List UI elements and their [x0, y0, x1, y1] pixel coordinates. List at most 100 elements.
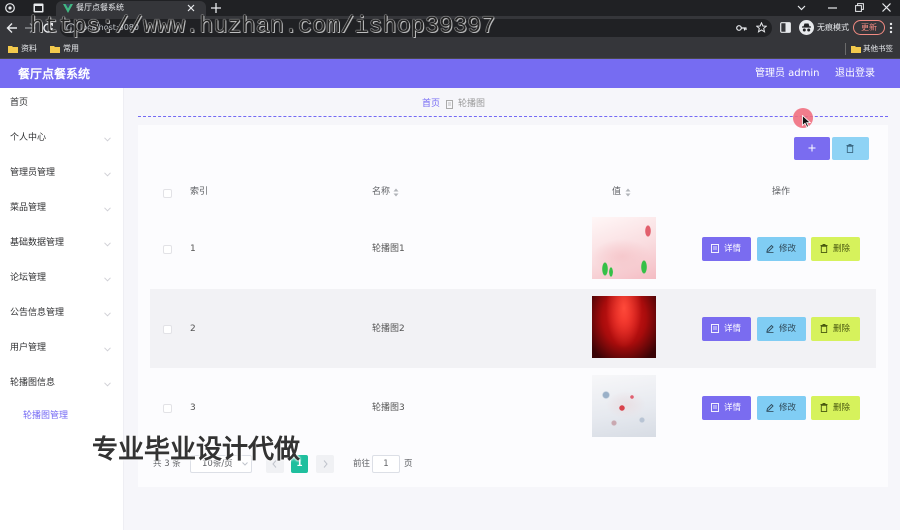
bookmark-folder-1[interactable]: 资料 [21, 45, 37, 53]
update-button[interactable]: 更新 [853, 20, 885, 35]
edit-icon [766, 244, 774, 253]
goto-page-suffix: 页 [404, 459, 413, 469]
row-name: 轮播图2 [372, 324, 405, 334]
goto-label: 前往 [353, 459, 371, 469]
side-panel-icon[interactable] [780, 22, 791, 33]
sidebar-item-forum[interactable]: 论坛管理 [0, 269, 123, 289]
sidebar-item-dishes[interactable]: 菜品管理 [0, 199, 123, 219]
detail-button[interactable]: 详情 [702, 317, 751, 341]
goto-page-input[interactable]: 1 [372, 455, 400, 473]
sidebar-item-home[interactable]: 首页 [0, 94, 123, 114]
add-button[interactable] [794, 137, 830, 160]
detail-label: 详情 [724, 244, 742, 254]
breadcrumb-home[interactable]: 首页 [422, 100, 440, 109]
chevron-down-icon [104, 312, 111, 317]
detail-label: 详情 [724, 403, 742, 413]
column-header-value[interactable]: 值 [612, 188, 621, 197]
edit-icon [766, 324, 774, 333]
sidebar-subitem-carousel-manage[interactable]: 轮播图管理 [0, 407, 123, 427]
table-row: 1 轮播图1 详情 修改 删除 [150, 212, 876, 287]
document-icon [711, 403, 719, 412]
delete-label: 删除 [833, 403, 851, 413]
batch-delete-button[interactable] [832, 137, 869, 160]
bookmarks-bar: 资料 常用 其他书签 [0, 40, 900, 59]
sidebar-item-carousel[interactable]: 轮播图信息 [0, 374, 123, 394]
sidebar-item-label: 菜品管理 [10, 203, 47, 213]
kebab-menu-icon[interactable] [889, 22, 893, 34]
app-header: 餐厅点餐系统 管理员 admin 退出登录 [0, 59, 900, 88]
goto-page-value: 1 [383, 459, 389, 469]
delete-button[interactable]: 删除 [811, 317, 860, 341]
folder-icon [50, 45, 60, 53]
document-icon [446, 100, 453, 109]
sidebar-item-label: 个人中心 [10, 133, 47, 143]
sidebar-item-label: 管理员管理 [10, 168, 56, 178]
incognito-icon[interactable] [799, 20, 814, 35]
url-watermark: https://www.huzhan.com/ishop39397 [30, 13, 496, 40]
edit-button[interactable]: 修改 [757, 396, 806, 420]
breadcrumb-current: 轮播图 [458, 99, 486, 109]
window-close-icon[interactable] [882, 3, 891, 12]
row-name: 轮播图3 [372, 403, 405, 413]
sidebar-item-label: 基础数据管理 [10, 238, 65, 248]
delete-label: 删除 [833, 244, 851, 254]
document-icon [711, 324, 719, 333]
edit-button[interactable]: 修改 [757, 317, 806, 341]
banner-image[interactable] [592, 296, 656, 358]
banner-image[interactable] [592, 217, 656, 279]
sort-icon[interactable] [393, 188, 399, 197]
detail-button[interactable]: 详情 [702, 396, 751, 420]
delete-button[interactable]: 删除 [811, 237, 860, 261]
sort-icon[interactable] [625, 188, 631, 197]
edit-button[interactable]: 修改 [757, 237, 806, 261]
delete-button[interactable]: 删除 [811, 396, 860, 420]
star-icon[interactable] [756, 22, 767, 33]
sidebar-item-notices[interactable]: 公告信息管理 [0, 304, 123, 324]
window-restore-icon[interactable] [855, 3, 864, 12]
new-tab-icon[interactable] [211, 3, 221, 13]
logout-link[interactable]: 退出登录 [835, 69, 875, 79]
edit-label: 修改 [779, 403, 797, 413]
document-icon [711, 244, 719, 253]
sidebar-item-base-data[interactable]: 基础数据管理 [0, 234, 123, 254]
chevron-down-icon [104, 347, 111, 352]
tab-group-icon[interactable] [33, 3, 44, 13]
bookmark-folder-2[interactable]: 常用 [63, 45, 79, 53]
app-title: 餐厅点餐系统 [18, 67, 91, 81]
tab-close-icon[interactable] [187, 4, 195, 12]
row-checkbox[interactable] [163, 245, 172, 254]
next-page-button[interactable] [316, 455, 334, 473]
chrome-icon[interactable] [5, 3, 15, 13]
chevron-down-icon [104, 242, 111, 247]
back-arrow-icon[interactable] [6, 22, 18, 34]
banner-image[interactable] [592, 375, 656, 437]
tab-title: 餐厅点餐系统 [76, 3, 124, 12]
key-icon[interactable] [736, 23, 747, 33]
tab-search-chevron-down-icon[interactable] [797, 5, 806, 11]
table-row: 2 轮播图2 详情 修改 删除 [150, 289, 876, 368]
chevron-down-icon [104, 137, 111, 142]
detail-label: 详情 [724, 324, 742, 334]
column-header-name[interactable]: 名称 [372, 188, 390, 197]
row-checkbox[interactable] [163, 325, 172, 334]
breadcrumb-divider [138, 116, 888, 117]
sidebar-item-profile[interactable]: 个人中心 [0, 129, 123, 149]
table-header [150, 180, 876, 205]
row-checkbox[interactable] [163, 404, 172, 413]
window-minimize-icon[interactable] [828, 7, 837, 9]
row-index: 1 [190, 244, 196, 254]
other-bookmarks[interactable]: 其他书签 [863, 45, 893, 53]
current-user: 管理员 admin [755, 68, 820, 79]
row-name: 轮播图1 [372, 244, 405, 254]
sidebar-item-admins[interactable]: 管理员管理 [0, 164, 123, 184]
delete-label: 删除 [833, 324, 851, 334]
sidebar-item-label: 首页 [10, 98, 29, 108]
select-all-checkbox[interactable] [163, 189, 172, 198]
sidebar-item-label: 论坛管理 [10, 273, 47, 283]
sidebar-item-users[interactable]: 用户管理 [0, 339, 123, 359]
trash-icon [820, 403, 828, 412]
detail-button[interactable]: 详情 [702, 237, 751, 261]
sidebar-subitem-label: 轮播图管理 [23, 411, 69, 421]
edit-icon [766, 403, 774, 412]
incognito-label[interactable]: 无痕模式 [817, 24, 849, 32]
